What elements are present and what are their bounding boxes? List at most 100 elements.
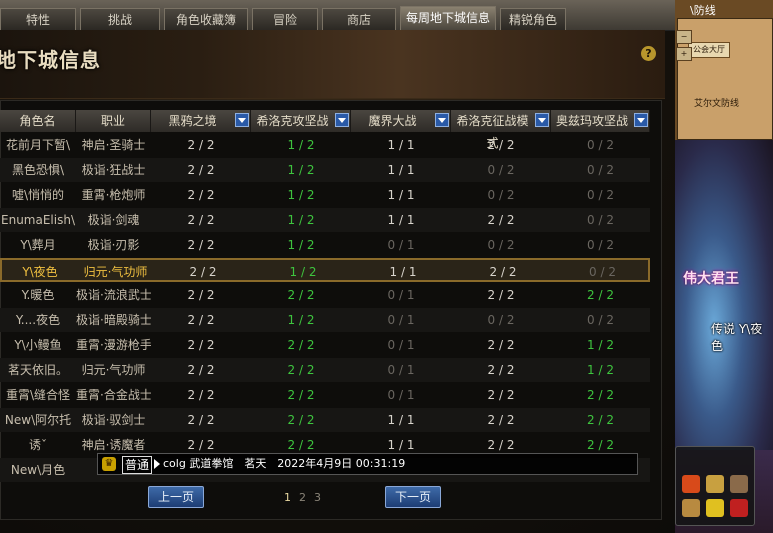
menu-list-icon[interactable] [730, 475, 748, 493]
chat-bar[interactable]: ♛ 普通 colg 武道拳馆 茗天 2022年4月9日 00:31:19 [97, 453, 638, 475]
character-job: 极诣·剑魂 [87, 213, 140, 227]
book-icon[interactable] [682, 499, 700, 517]
dungeon-progress: 2 / 2 [287, 388, 315, 402]
character-job: 极诣·刃影 [87, 238, 140, 252]
dungeon-progress: 2 / 2 [187, 188, 215, 202]
dungeon-progress: 2 / 2 [487, 288, 515, 302]
dungeon-progress: 2 / 2 [187, 238, 215, 252]
page-1-link[interactable]: 1 [284, 491, 291, 504]
dungeon-progress: 0 / 2 [587, 188, 614, 202]
tab-collection[interactable]: 角色收藏簿 [164, 8, 248, 30]
table-row[interactable]: Y\葬月 极诣·刃影 2 / 2 1 / 2 0 / 1 0 / 2 0 / 2 [0, 233, 650, 257]
dungeon-progress: 1 / 2 [287, 138, 315, 152]
dungeon-progress: 1 / 1 [387, 188, 415, 202]
tab-weekly-dungeon[interactable]: 每周地下城信息 [400, 6, 496, 30]
dropdown-arrow-icon[interactable] [235, 113, 249, 127]
area-name: \防线 [690, 4, 716, 17]
dungeon-progress: 1 / 2 [287, 163, 315, 177]
character-name: Y\小鳗鱼 [14, 338, 62, 352]
channel-arrow-icon [154, 459, 160, 469]
dungeon-progress: 1 / 2 [287, 238, 315, 252]
dungeon-progress: 2 / 2 [187, 363, 215, 377]
col-header-dungeon-3: 魔界大战 [351, 110, 451, 132]
tab-traits[interactable]: 特性 [0, 8, 76, 30]
dungeon-progress: 2 / 2 [287, 413, 315, 427]
dungeon-progress: 0 / 2 [587, 138, 614, 152]
table-row[interactable]: 黑色恐惧\ 极诣·狂战士 2 / 2 1 / 2 1 / 1 0 / 2 0 / 2 [0, 158, 650, 182]
character-name: EnumaElish\ [1, 213, 75, 227]
crown-icon[interactable]: ♛ [102, 457, 116, 471]
table-row[interactable]: Y\小鳗鱼 重霄·漫游枪手 2 / 2 2 / 2 0 / 1 2 / 2 1 / 2 [0, 333, 650, 357]
dungeon-progress: 2 / 2 [587, 413, 614, 427]
table-row[interactable]: New\阿尔托 极诣·驭剑士 2 / 2 2 / 2 1 / 1 2 / 2 2 / 2 [0, 408, 650, 432]
dungeon-progress: 0 / 2 [587, 238, 614, 252]
dungeon-progress: 0 / 2 [587, 313, 614, 327]
character-job: 极诣·狂战士 [81, 163, 146, 177]
table-row[interactable]: Y....夜色 极诣·暗殿骑士 2 / 2 1 / 2 0 / 1 0 / 2 0 / 2 [0, 308, 650, 332]
dungeon-progress: 1 / 1 [387, 138, 415, 152]
table-row[interactable]: 花前月下暂\ 神启·圣骑士 2 / 2 1 / 2 1 / 1 2 / 2 0 / 2 [0, 133, 650, 157]
table-row[interactable]: EnumaElish\ 极诣·剑魂 2 / 2 1 / 2 1 / 1 2 / 2 0 / … [0, 208, 650, 232]
table-row[interactable]: 茗天依旧。 归元·气功师 2 / 2 2 / 2 0 / 1 2 / 2 1 / 2 [0, 358, 650, 382]
spark-icon[interactable] [706, 499, 724, 517]
dungeon-progress: 2 / 2 [487, 363, 515, 377]
character-job: 重霄·合金战士 [76, 388, 151, 402]
dungeon-progress: 2 / 2 [189, 265, 217, 279]
tab-shop[interactable]: 商店 [322, 8, 396, 30]
character-job: 重霄·漫游枪手 [76, 338, 151, 352]
dungeon-progress: 0 / 2 [487, 238, 515, 252]
character-job: 重霄·枪炮师 [81, 188, 146, 202]
dungeon-progress: 2 / 2 [587, 388, 614, 402]
col-header-name: 角色名 [0, 110, 76, 132]
character-name: New\月色 [10, 463, 66, 477]
fire-skill-icon[interactable] [682, 475, 700, 493]
dungeon-progress: 0 / 2 [589, 265, 616, 279]
character-job: 极诣·暗殿骑士 [76, 313, 151, 327]
character-name: Y\葬月 [20, 238, 56, 252]
prev-page-button[interactable]: 上一页 [148, 486, 204, 508]
dungeon-progress: 2 / 2 [187, 163, 215, 177]
page-2-link[interactable]: 2 [299, 491, 306, 504]
table-row[interactable]: 重霄\缝合怪 重霄·合金战士 2 / 2 2 / 2 0 / 1 2 / 2 2 / 2 [0, 383, 650, 407]
dungeon-progress: 1 / 2 [289, 265, 317, 279]
dungeon-progress: 2 / 2 [287, 338, 315, 352]
dropdown-arrow-icon[interactable] [535, 113, 549, 127]
map-location-label: 艾尔文防线 [694, 99, 740, 109]
dungeon-progress: 2 / 2 [187, 388, 215, 402]
dungeon-progress: 2 / 2 [187, 213, 215, 227]
page-3-link[interactable]: 3 [314, 491, 321, 504]
dungeon-progress: 1 / 2 [587, 363, 614, 377]
dungeon-progress: 1 / 1 [389, 265, 417, 279]
minimap-expand-icon[interactable]: + [676, 47, 692, 61]
tab-elite-characters[interactable]: 精锐角色 [500, 8, 566, 30]
character-icon[interactable] [730, 499, 748, 517]
character-job: 极诣·驭剑士 [81, 413, 146, 427]
dungeon-progress: 1 / 1 [387, 213, 415, 227]
hourglass-icon[interactable] [706, 475, 724, 493]
chat-message: colg 武道拳馆 茗天 2022年4月9日 00:31:19 [163, 457, 406, 470]
tab-challenge[interactable]: 挑战 [80, 8, 160, 30]
help-icon[interactable]: ? [641, 46, 656, 61]
dungeon-progress: 2 / 2 [187, 338, 215, 352]
dungeon-progress: 2 / 2 [487, 138, 515, 152]
table-row[interactable]: Y.暖色 极诣·流浪武士 2 / 2 2 / 2 0 / 1 2 / 2 2 / 2 [0, 283, 650, 307]
character-name: Y\夜色 [22, 265, 58, 279]
col-header-dungeon-2: 希洛克攻坚战 [251, 110, 351, 132]
dungeon-progress: 2 / 2 [187, 413, 215, 427]
quick-toolbar [675, 446, 755, 526]
dungeon-progress: 2 / 2 [587, 288, 614, 302]
dungeon-progress: 2 / 2 [487, 388, 515, 402]
dropdown-arrow-icon[interactable] [435, 113, 449, 127]
dungeon-progress: 0 / 2 [487, 188, 515, 202]
dropdown-arrow-icon[interactable] [335, 113, 349, 127]
minimap-toggle-icon[interactable]: − [676, 30, 692, 44]
next-page-button[interactable]: 下一页 [385, 486, 441, 508]
guild-hall-button[interactable]: 公会大厅 [688, 42, 730, 58]
tab-adventure[interactable]: 冒险 [252, 8, 318, 30]
boss-banner: 伟大君王 [683, 271, 739, 287]
chat-channel[interactable]: 普通 [122, 456, 153, 474]
dropdown-arrow-icon[interactable] [634, 113, 648, 127]
dungeon-progress: 0 / 2 [487, 313, 515, 327]
table-row[interactable]: 噓\悄悄的 重霄·枪炮师 2 / 2 1 / 2 1 / 1 0 / 2 0 / 2 [0, 183, 650, 207]
table-row[interactable]: Y\夜色 归元·气功师 2 / 2 1 / 2 1 / 1 2 / 2 0 / 2 [0, 258, 650, 282]
